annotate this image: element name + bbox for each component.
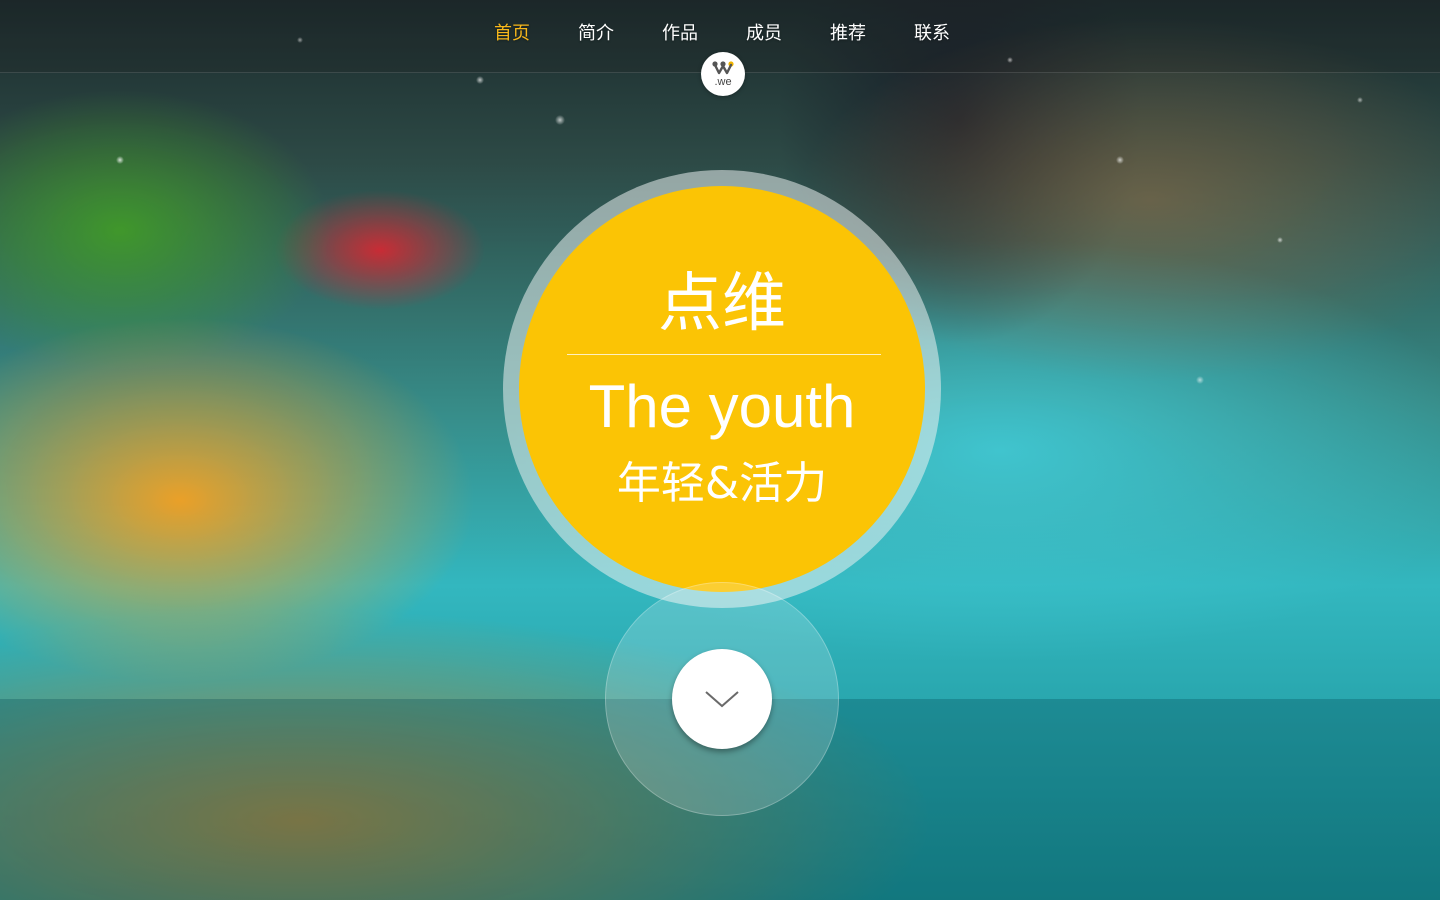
chevron-down-icon <box>705 691 739 708</box>
hero-circle: 点维 The youth 年轻&活力 <box>519 186 925 592</box>
site-logo[interactable]: .we <box>701 52 745 96</box>
hero-divider <box>567 354 881 355</box>
scroll-down-button[interactable] <box>672 649 772 749</box>
nav-item-intro[interactable]: 简介 <box>578 22 614 46</box>
w-logo-icon <box>712 61 734 75</box>
nav-item-recommend[interactable]: 推荐 <box>830 22 866 46</box>
nav-item-members[interactable]: 成员 <box>746 22 782 46</box>
page: 首页 简介 作品 成员 推荐 联系 .we 点维 The youth 年轻&活力 <box>0 0 1440 900</box>
hero-subtitle-english: The youth <box>588 373 856 440</box>
logo-text: .we <box>714 76 732 88</box>
nav-item-contact[interactable]: 联系 <box>914 22 950 46</box>
nav-item-home[interactable]: 首页 <box>494 22 530 46</box>
hero-subtitle-chinese: 年轻&活力 <box>616 458 828 509</box>
hero-title: 点维 <box>658 267 786 341</box>
main-nav: 首页 简介 作品 成员 推荐 联系 <box>494 22 950 46</box>
nav-item-works[interactable]: 作品 <box>662 22 698 46</box>
